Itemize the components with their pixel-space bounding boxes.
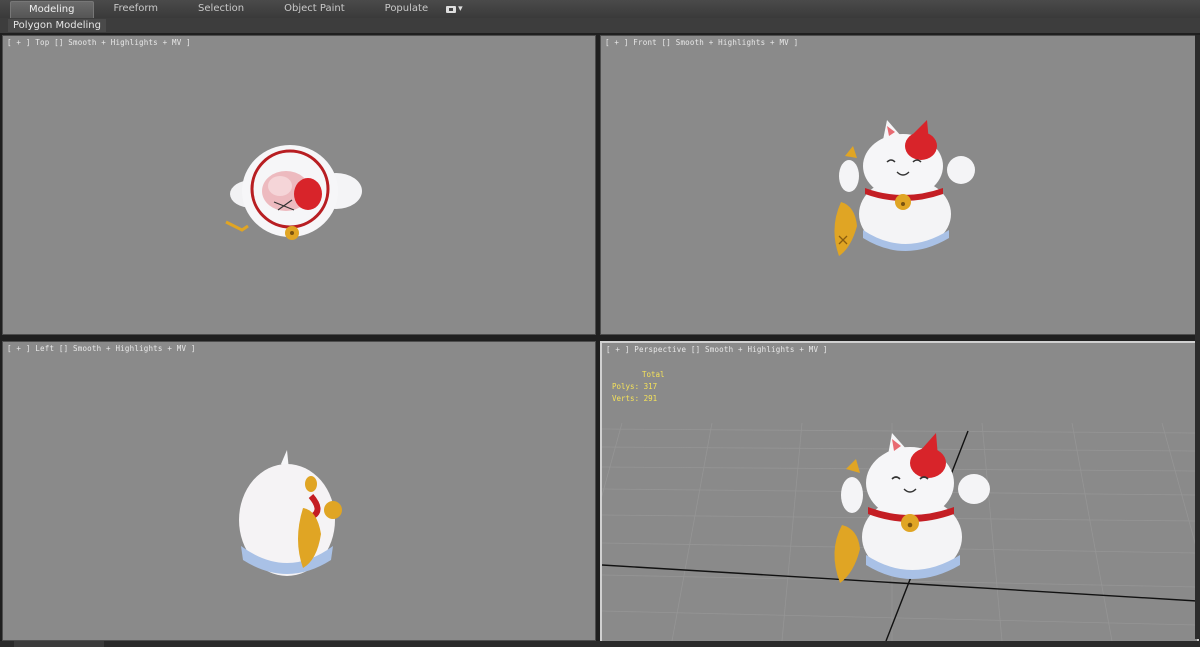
time-slider-thumb[interactable] bbox=[14, 641, 104, 647]
stats-total-header: Total bbox=[642, 370, 665, 379]
ribbon-panel: Polygon Modeling bbox=[0, 18, 1200, 33]
viewport-top-label[interactable]: [ + ] Top [] Smooth + Highlights + MV ] bbox=[7, 38, 191, 47]
chevron-down-icon: ▾ bbox=[458, 4, 463, 14]
viewport-left-label[interactable]: [ + ] Left [] Smooth + Highlights + MV ] bbox=[7, 344, 196, 353]
ribbon-bar: Modeling Freeform Selection Object Paint… bbox=[0, 0, 1200, 19]
viewport-front-label[interactable]: [ + ] Front [] Smooth + Highlights + MV … bbox=[605, 38, 798, 47]
cat-model-left-view[interactable] bbox=[233, 450, 353, 580]
polygon-modeling-label[interactable]: Polygon Modeling bbox=[8, 19, 106, 32]
viewport-perspective-label[interactable]: [ + ] Perspective [] Smooth + Highlights… bbox=[606, 345, 828, 354]
stats-polys: Polys: 317 bbox=[612, 382, 658, 391]
tab-populate[interactable]: Populate bbox=[375, 1, 440, 17]
viewport-top[interactable]: [ + ] Top [] Smooth + Highlights + MV ] bbox=[2, 35, 596, 335]
viewport-scrollbar[interactable] bbox=[1195, 35, 1200, 639]
ribbon-options-dropdown[interactable]: ▾ bbox=[446, 4, 463, 14]
stats-overlay: Total Polys: 317 Verts: 291 bbox=[612, 369, 665, 405]
tab-object-paint[interactable]: Object Paint bbox=[264, 1, 375, 17]
viewport-front[interactable]: [ + ] Front [] Smooth + Highlights + MV … bbox=[600, 35, 1197, 335]
tab-freeform[interactable]: Freeform bbox=[94, 1, 179, 17]
time-slider[interactable] bbox=[0, 641, 1200, 647]
cat-model-perspective-view[interactable] bbox=[824, 431, 999, 583]
viewport-perspective[interactable]: [ + ] Perspective [] Smooth + Highlights… bbox=[600, 341, 1199, 643]
camera-icon bbox=[446, 5, 457, 13]
viewport-left[interactable]: [ + ] Left [] Smooth + Highlights + MV ] bbox=[2, 341, 596, 641]
cat-model-front-view[interactable] bbox=[823, 118, 983, 256]
tab-selection[interactable]: Selection bbox=[178, 1, 264, 17]
tab-modeling[interactable]: Modeling bbox=[10, 0, 94, 18]
cat-model-top-view[interactable] bbox=[218, 136, 368, 251]
stats-verts: Verts: 291 bbox=[612, 394, 658, 403]
